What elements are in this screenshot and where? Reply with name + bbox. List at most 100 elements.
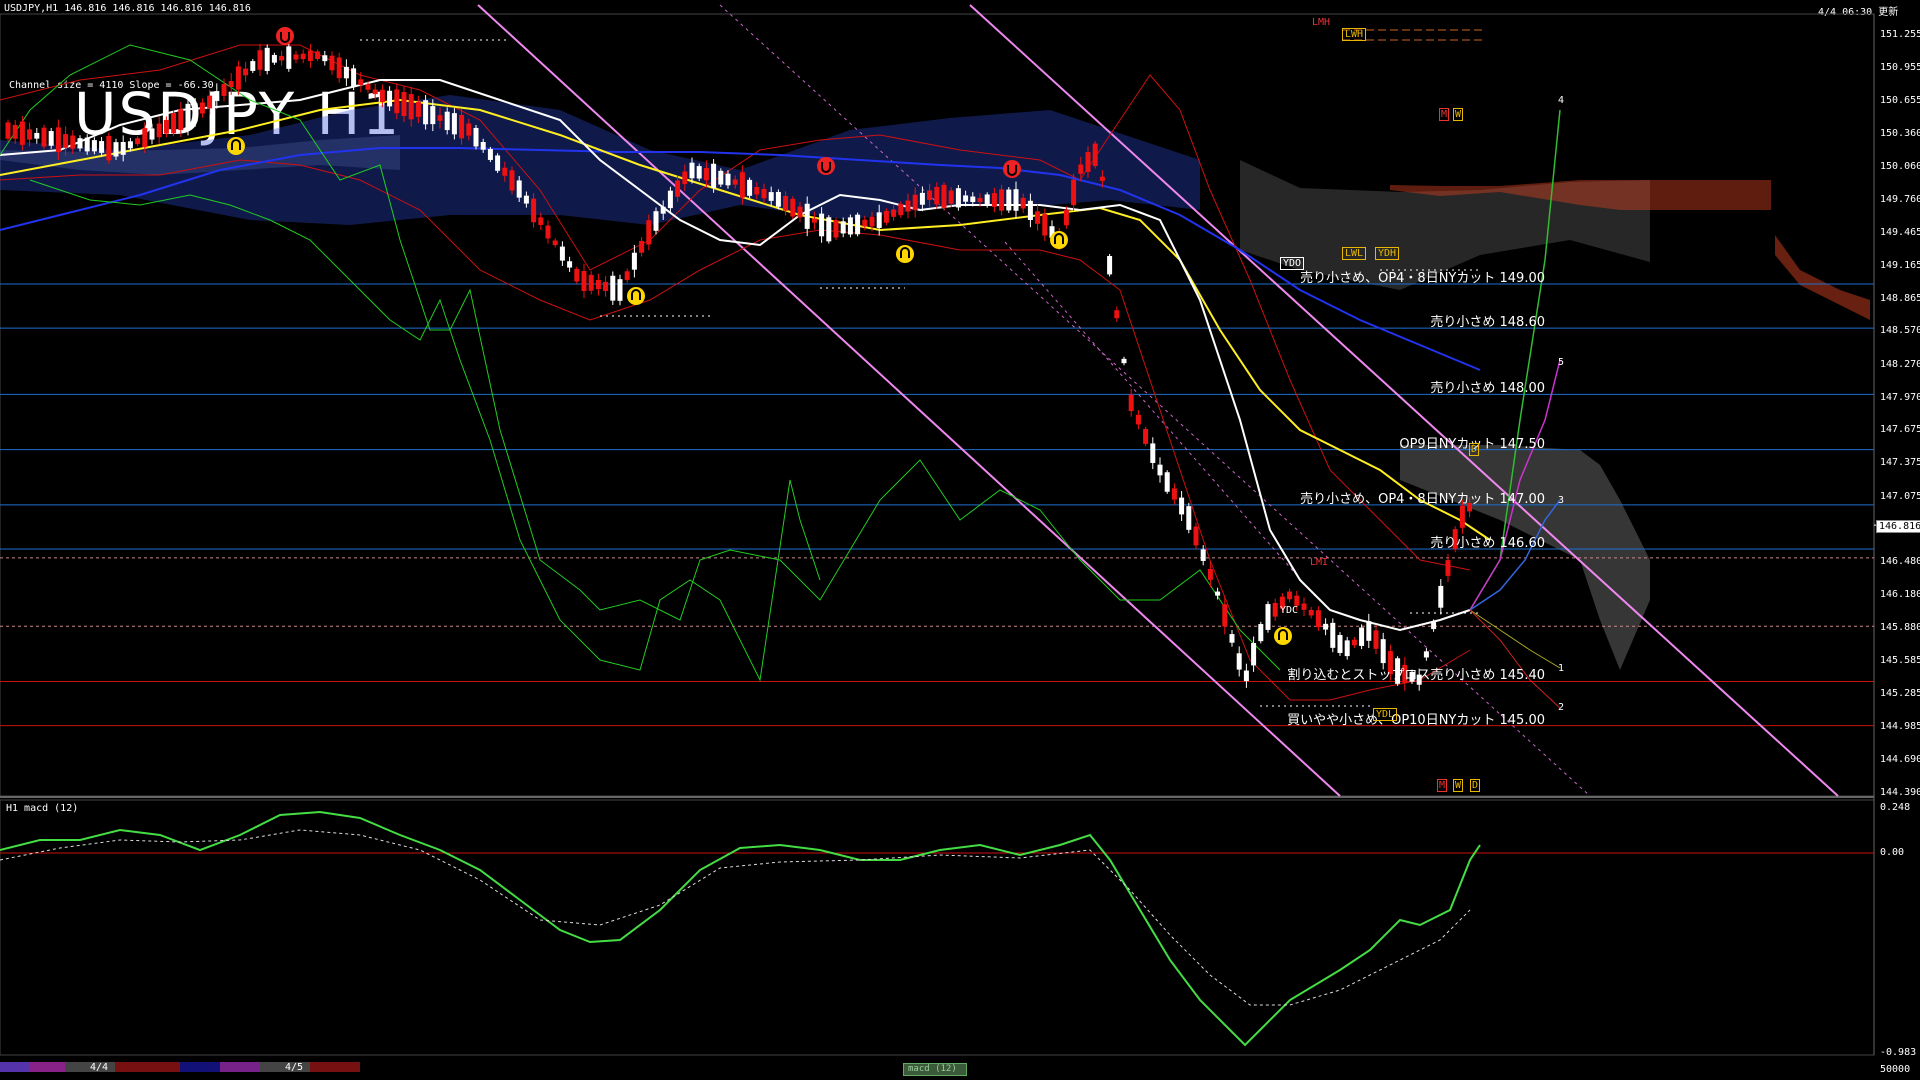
current-price-box: 146.816 — [1876, 520, 1920, 533]
candle-body — [559, 246, 565, 261]
candle-body — [516, 180, 522, 198]
timeline-segment[interactable] — [220, 1062, 260, 1072]
timeline-segment[interactable] — [310, 1062, 360, 1072]
candle-body — [1438, 585, 1444, 608]
candle-body — [214, 91, 220, 101]
candle-body — [329, 55, 335, 71]
candle-body — [1272, 602, 1278, 617]
candle-body — [1229, 634, 1235, 643]
candle-body — [552, 240, 558, 246]
candle-body — [588, 274, 594, 291]
candle-body — [135, 138, 141, 145]
price-tick: 151.255 — [1880, 29, 1920, 40]
candle-body — [1243, 670, 1249, 682]
candle-body — [855, 214, 861, 235]
candle-body — [1423, 651, 1429, 658]
macd-tick-zero: 0.00 — [1880, 847, 1905, 858]
timeline-segment[interactable] — [0, 1062, 30, 1072]
timeline-segment[interactable] — [30, 1062, 65, 1072]
candle-body — [1323, 623, 1329, 630]
candle-body — [783, 196, 789, 211]
candle-body — [610, 275, 616, 301]
candle-body — [379, 89, 385, 103]
candle-body — [401, 92, 407, 116]
candle-body — [473, 127, 479, 147]
candle-body — [495, 155, 501, 171]
candle-body — [595, 280, 601, 290]
candle-body — [1063, 209, 1069, 226]
candle-body — [1078, 164, 1084, 174]
macd-tab-label: macd (12) — [908, 1064, 957, 1074]
price-tick: 148.270 — [1880, 358, 1920, 370]
macd-lines — [0, 810, 1874, 1047]
date-label-1: 4/4 — [90, 1062, 109, 1073]
chikou-span-2 — [29, 179, 821, 682]
candle-body — [106, 135, 112, 161]
candle-body — [1337, 635, 1343, 653]
candle-body — [941, 184, 947, 208]
candle-body — [1301, 603, 1307, 610]
candle-body — [127, 141, 133, 149]
candle-body — [768, 192, 774, 201]
candle-body — [984, 194, 990, 206]
candle-body — [113, 142, 119, 157]
candle-body — [1085, 152, 1091, 172]
candle-body — [977, 197, 983, 203]
price-tick: 145.285 — [1880, 688, 1920, 700]
candle-body — [819, 213, 825, 237]
candle-body — [250, 61, 256, 71]
regression-channel — [477, 4, 1839, 797]
d-bot-marker: D — [1470, 779, 1481, 792]
ichimoku-cloud — [0, 95, 1870, 670]
candle-body — [624, 271, 630, 280]
candle-body — [1171, 488, 1177, 500]
cloud-red-2 — [1775, 235, 1870, 320]
candle-body — [221, 84, 227, 96]
candle-body — [653, 211, 659, 231]
level-label: 売り小さめ、OP4・8日NYカット 147.00 — [1300, 491, 1545, 507]
chart-window: USDJPY,H1 146.816 146.816 146.816 146.81… — [0, 0, 1920, 1080]
lmi-marker: LMI — [1310, 557, 1329, 568]
candle-body — [394, 89, 400, 114]
timeline-segment[interactable] — [115, 1062, 180, 1072]
candle-body — [905, 200, 911, 212]
candle-body — [790, 198, 796, 217]
candle-body — [876, 212, 882, 228]
macd-line — [0, 810, 1481, 1047]
price-tick: 150.655 — [1880, 95, 1920, 107]
candle-body — [963, 195, 969, 202]
candle-body — [156, 123, 162, 138]
candle-body — [27, 129, 33, 140]
candle-body — [351, 68, 357, 87]
proj-label-4: 4 — [1558, 95, 1565, 106]
candle-body — [934, 186, 940, 205]
candle-body — [408, 94, 414, 120]
price-tick: 150.060 — [1880, 160, 1920, 172]
candle-body — [739, 172, 745, 198]
macd-tab[interactable]: macd (12) — [903, 1063, 967, 1076]
candle-body — [185, 103, 191, 129]
level-label: 売り小さめ 148.00 — [1430, 381, 1545, 397]
candle-body — [1431, 622, 1437, 630]
timeline-segment[interactable] — [180, 1062, 220, 1072]
candle-body — [228, 81, 234, 87]
lwh-marker: LWH — [1342, 28, 1367, 41]
level-lines — [0, 283, 1880, 727]
proj-label-1: 1 — [1558, 663, 1565, 674]
price-chart-svg[interactable] — [0, 0, 1920, 1080]
level-label: 売り小さめ 148.60 — [1430, 315, 1545, 331]
candle-body — [163, 119, 169, 134]
price-tick: 146.480 — [1880, 556, 1920, 568]
ydl-marker: YDL — [1373, 708, 1398, 721]
candle-body — [279, 55, 285, 61]
candle-body — [1359, 627, 1365, 646]
proj-2 — [1469, 609, 1561, 709]
candle-body — [1071, 179, 1077, 206]
candle-body — [999, 189, 1005, 211]
candle-body — [898, 203, 904, 216]
price-tick: 144.985 — [1880, 721, 1920, 733]
price-tick: 144.690 — [1880, 753, 1920, 765]
candle-body — [1236, 653, 1242, 670]
candle-body — [12, 124, 18, 139]
candle-body — [142, 128, 148, 148]
